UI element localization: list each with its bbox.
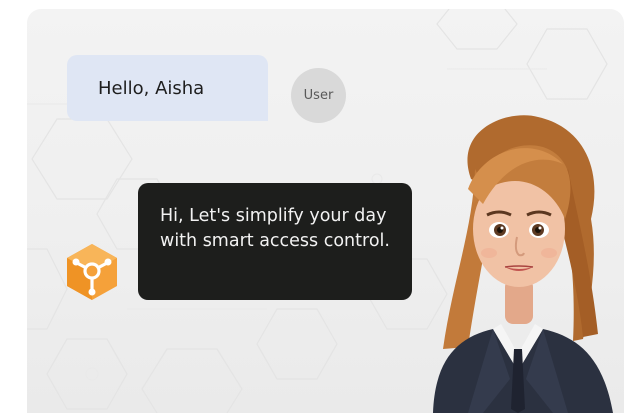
user-message-text: Hello, Aisha (98, 77, 205, 99)
bot-message-text: Hi, Let's simplify your day with smart a… (160, 206, 390, 251)
chat-card: Hello, Aisha User Hi, Let's simplify you… (27, 9, 624, 413)
user-avatar-label: User (303, 88, 334, 103)
user-message-bubble: Hello, Aisha (67, 55, 268, 121)
orange-cube-network-icon (67, 244, 117, 300)
user-avatar: User (291, 68, 346, 123)
assistant-avatar-illustration (433, 115, 613, 413)
bot-message-bubble: Hi, Let's simplify your day with smart a… (138, 183, 412, 300)
